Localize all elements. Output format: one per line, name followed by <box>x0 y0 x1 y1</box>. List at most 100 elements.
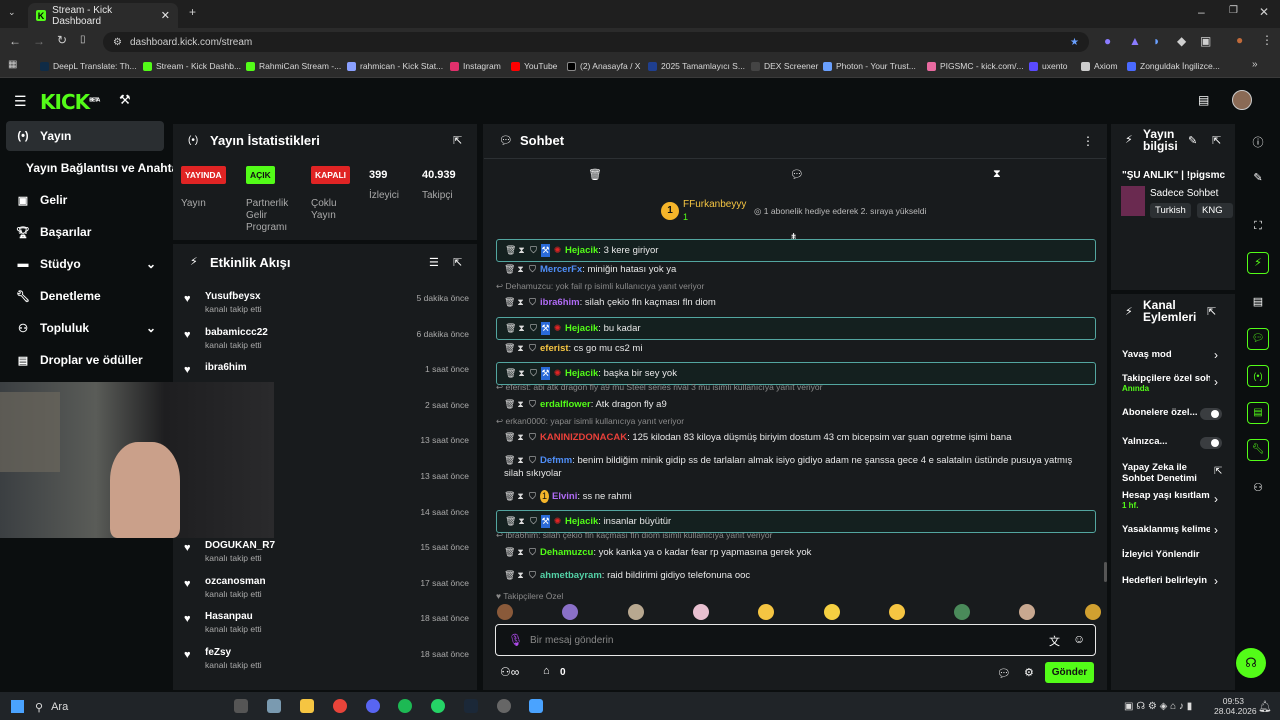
hourglass-icon[interactable]: ⧗ <box>516 296 525 309</box>
hourglass-icon[interactable]: ⧗ <box>516 398 525 411</box>
user-avatar[interactable] <box>1232 90 1252 110</box>
chevron-right-icon[interactable]: › <box>1214 375 1218 389</box>
extension-icon[interactable]: ▲ <box>1129 34 1141 48</box>
edit-pencil-icon[interactable]: ✎ <box>1188 134 1197 147</box>
chat-username[interactable]: Hejacik <box>565 323 598 334</box>
wallet-icon[interactable]: ▤ <box>1198 93 1209 107</box>
chat-username[interactable]: Hejacik <box>565 245 598 256</box>
maximize-icon[interactable]: ❐ <box>1229 5 1238 16</box>
bookmark-item[interactable]: DeepL Translate: Th... <box>40 61 137 71</box>
message-icon[interactable]: 💬︎ <box>790 168 804 181</box>
chat-message[interactable]: 🗑︎ ⧗ ⛉ eferist: cs go mu cs2 mi <box>496 340 1096 357</box>
hourglass-icon[interactable]: ⧗ <box>516 546 525 559</box>
activity-user[interactable]: ozcanosman <box>205 576 266 587</box>
more-menu-icon[interactable]: ⋮ <box>1261 33 1273 47</box>
hourglass-icon[interactable]: ⧗ <box>516 342 525 355</box>
chevron-right-icon[interactable]: › <box>1214 492 1218 506</box>
browser-tab[interactable]: K Stream - Kick Dashboard ✕ <box>28 3 178 28</box>
emote-icon[interactable] <box>497 604 513 620</box>
info-icon[interactable]: ⓘ <box>1249 134 1267 152</box>
new-tab-icon[interactable]: + <box>189 5 196 19</box>
trash-icon[interactable]: 🗑︎ <box>505 515 516 528</box>
document-icon[interactable]: ▤ <box>1249 295 1267 313</box>
forward-icon[interactable]: → <box>33 34 45 48</box>
hourglass-icon[interactable]: ⧗ <box>517 367 526 380</box>
chat-message[interactable]: 🗑︎ ⧗ ⛉ MercerFx: miniğin hatası yok ya <box>496 261 1096 278</box>
bookmark-item[interactable]: RahmiCan Stream -... <box>246 61 341 71</box>
chat-username[interactable]: erdalflower <box>540 399 591 410</box>
reload-icon[interactable]: ↻ <box>57 33 67 47</box>
hourglass-icon[interactable]: ⧗ <box>516 569 525 582</box>
chat-message[interactable]: 🗑︎ ⧗ ⛉ ibra6him: silah çekio fln kaçması fl… <box>496 294 1096 311</box>
hammer-icon[interactable]: ⚒ <box>119 92 131 108</box>
nav-denetleme[interactable]: 🔧︎ Denetleme <box>6 281 164 311</box>
steam-icon[interactable] <box>464 699 478 713</box>
bookmark-item[interactable]: rahmican - Kick Stat... <box>347 61 443 71</box>
trash-icon[interactable]: 🗑︎ <box>504 398 515 411</box>
profile-avatar-icon[interactable]: ● <box>1236 33 1243 47</box>
close-tab-icon[interactable]: ✕ <box>161 9 170 22</box>
channel-action-item[interactable]: Yavaş mod <box>1122 349 1210 360</box>
chat-message[interactable]: 🗑︎ ⧗ ⛉ Defmm: benim bildiğim minik gidip ss… <box>496 452 1096 482</box>
bookmark-item[interactable]: Zonguldak İngilizce... <box>1127 61 1220 71</box>
apps-grid-icon[interactable]: ▦ <box>8 59 17 70</box>
hourglass-icon[interactable]: ⧗ <box>517 322 526 335</box>
chevron-right-icon[interactable]: › <box>1214 348 1218 362</box>
hourglass-icon[interactable]: ⧗ <box>516 454 525 467</box>
site-info-icon[interactable]: ⚙ <box>113 37 122 48</box>
chat-message[interactable]: 🗑︎ ⧗ ⛉ ⚒ ✺ Hejacik: bu kadar <box>496 317 1096 340</box>
whatsapp-icon[interactable] <box>431 699 445 713</box>
trash-icon[interactable]: 🗑︎ <box>505 322 516 335</box>
hourglass-icon[interactable]: ⧗ <box>993 168 1001 181</box>
chat-username[interactable]: Hejacik <box>565 516 598 527</box>
emote-icon[interactable] <box>692 604 709 620</box>
edit-icon[interactable]: ✎ <box>1249 171 1267 189</box>
channel-action-item[interactable]: Yasaklanmış kelime <box>1122 524 1210 535</box>
channel-action-item[interactable]: Yalnızca... <box>1122 436 1210 447</box>
hourglass-icon[interactable]: ⧗ <box>517 244 526 257</box>
chat-username[interactable]: eferist <box>540 343 569 354</box>
stream-tag[interactable]: KNG <box>1197 203 1233 218</box>
trash-icon[interactable]: 🗑︎ <box>504 431 515 444</box>
toggle-switch[interactable] <box>1200 408 1222 420</box>
stream-tag[interactable]: Turkish <box>1150 203 1191 218</box>
popout-icon[interactable]: ⇱ <box>1207 305 1216 318</box>
more-bookmarks-icon[interactable]: » <box>1252 59 1258 70</box>
windows-start-icon[interactable] <box>11 700 24 713</box>
chat-username[interactable]: Hejacik <box>565 368 598 379</box>
extension-icon[interactable]: ◗ <box>1153 34 1160 48</box>
window-close-icon[interactable]: ✕ <box>1259 5 1269 19</box>
notifications-icon[interactable]: 🔔︎ <box>1258 700 1272 713</box>
emote-icon[interactable] <box>954 604 971 620</box>
activity-user[interactable]: Yusufbeysx <box>205 291 261 302</box>
trash-icon[interactable]: 🗑︎ <box>505 244 516 257</box>
emoji-icon[interactable]: ☺ <box>1073 632 1085 646</box>
filter-icon[interactable]: ☰ <box>429 256 439 269</box>
shield-icon[interactable]: ◆ <box>1177 34 1186 48</box>
channel-action-item[interactable]: İzleyici Yönlendir <box>1122 549 1210 560</box>
bookmark-item[interactable]: Photon - Your Trust... <box>823 61 916 71</box>
chat-username[interactable]: Defmm <box>540 455 572 466</box>
bookmark-item[interactable]: (2) Anasayfa / X <box>567 61 640 71</box>
broadcast-toggle-icon[interactable]: (•) <box>1247 365 1269 387</box>
chat-username[interactable]: MercerFx <box>540 264 582 275</box>
channel-action-item[interactable]: Yapay Zeka ile Sohbet Denetimi <box>1122 462 1210 484</box>
bookmark-item[interactable]: uxento <box>1029 61 1068 71</box>
activity-user[interactable]: feZsy <box>205 647 231 658</box>
chat-username[interactable]: KANINIZDONACAK <box>540 432 627 443</box>
hamburger-menu-icon[interactable]: ☰ <box>14 93 27 110</box>
trash-icon[interactable]: 🗑︎ <box>504 454 515 467</box>
hourglass-icon[interactable]: ⧗ <box>516 263 525 276</box>
popout-icon[interactable]: ⇱ <box>453 134 462 147</box>
tab-list-icon[interactable]: ⌄ <box>8 7 16 18</box>
bookmark-item[interactable]: Axiom <box>1081 61 1118 71</box>
wallet-toggle-icon[interactable]: ▤ <box>1247 402 1269 424</box>
task-view-icon[interactable] <box>234 699 248 713</box>
chat-message[interactable]: 🗑︎ ⧗ ⛉ erdalflower: Atk dragon fly a9 <box>496 396 1096 413</box>
fullscreen-icon[interactable]: ⛶ <box>1249 220 1267 238</box>
bookmark-star-icon[interactable]: ★ <box>1070 37 1079 48</box>
extensions-icon[interactable]: ▣ <box>1200 34 1211 48</box>
activity-user[interactable]: ibra6him <box>205 362 247 373</box>
chrome-icon[interactable] <box>333 699 347 713</box>
spotify-icon[interactable] <box>398 699 412 713</box>
